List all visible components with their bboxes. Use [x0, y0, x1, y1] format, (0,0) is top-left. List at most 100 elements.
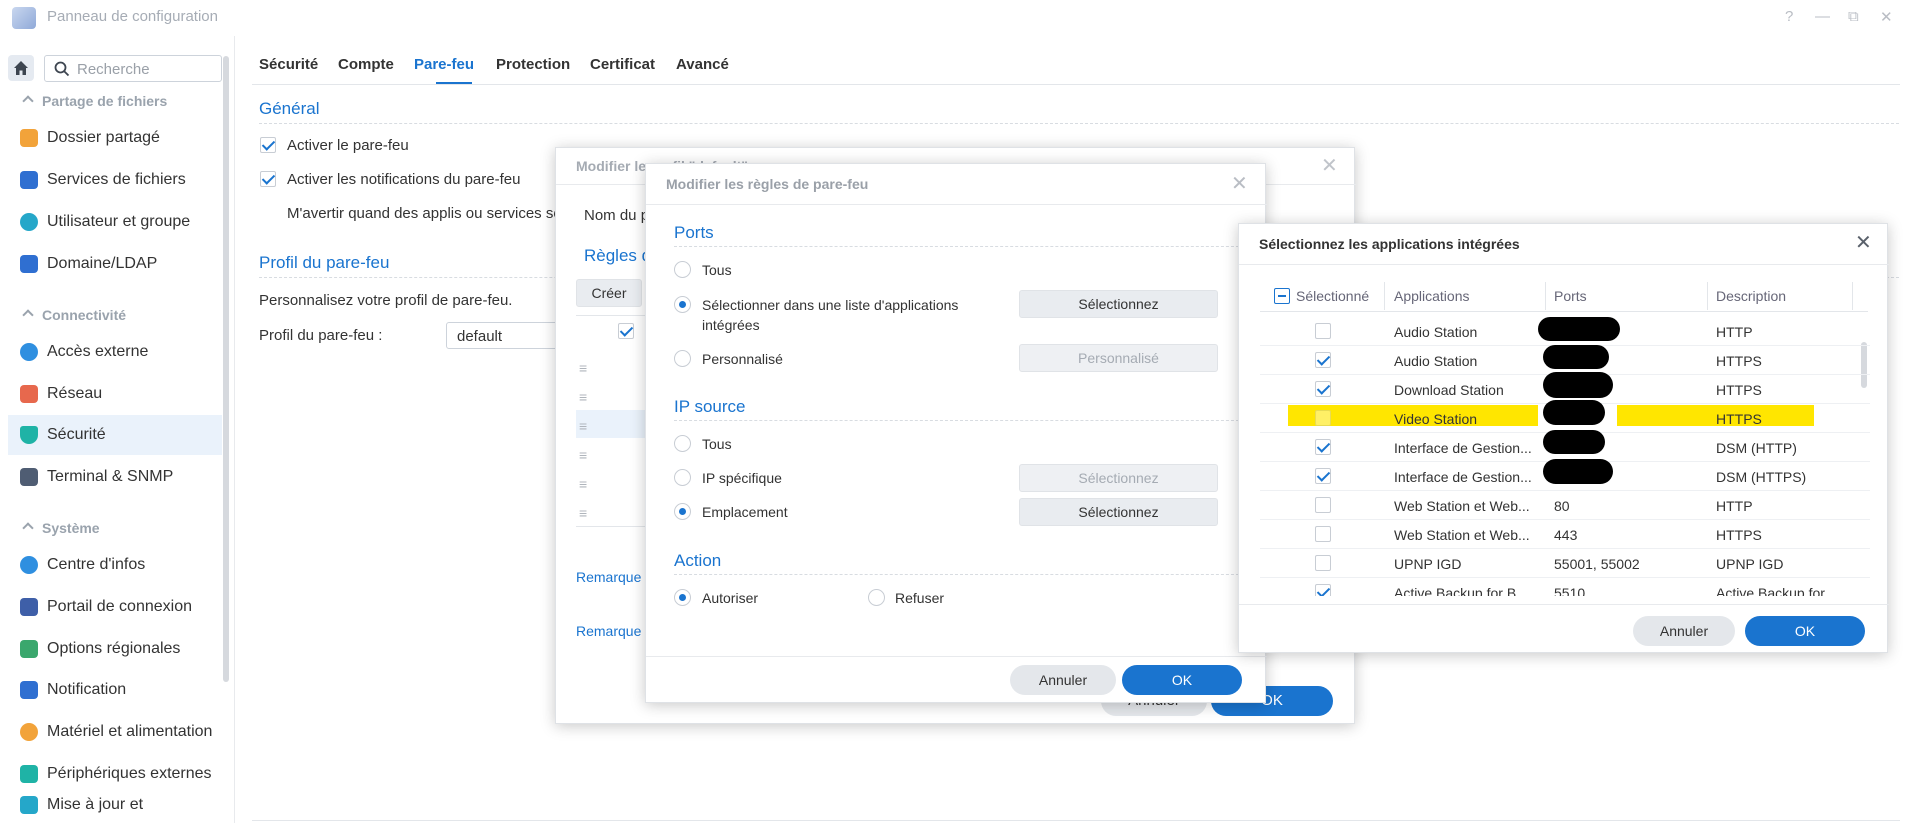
row-checkbox[interactable] — [1315, 323, 1331, 339]
create-rule-button[interactable]: Créer — [576, 279, 642, 307]
row-checkbox[interactable] — [1315, 497, 1331, 513]
section-file-sharing[interactable]: Partage de fichiers — [22, 93, 167, 109]
sidebar-item-domain-ldap[interactable]: Domaine/LDAP — [8, 244, 222, 284]
section-system[interactable]: Système — [22, 520, 100, 536]
minimize-icon[interactable]: — — [1815, 8, 1830, 25]
sidebar-item-file-services[interactable]: Services de fichiers — [8, 160, 222, 200]
sidebar-scrollbar[interactable] — [223, 56, 229, 682]
rules-select-all-checkbox[interactable] — [618, 323, 634, 339]
tab-account[interactable]: Compte — [338, 56, 394, 73]
remark-2: Remarque — [576, 623, 642, 639]
sidebar-item-label: Options régionales — [47, 640, 181, 657]
sidebar-item-login-portal[interactable]: Portail de connexion — [8, 587, 222, 627]
ip-source-heading: IP source — [674, 397, 746, 416]
row-checkbox[interactable] — [1315, 381, 1331, 397]
row-app: Video Station — [1394, 411, 1478, 427]
ports-list-radio[interactable] — [674, 296, 691, 313]
tab-advanced[interactable]: Avancé — [676, 56, 729, 73]
sidebar-item-hardware-power[interactable]: Matériel et alimentation — [8, 712, 222, 752]
ip-location-select-button[interactable]: Sélectionnez — [1019, 498, 1218, 526]
ip-all-radio[interactable] — [674, 435, 691, 452]
sidebar-item-terminal-snmp[interactable]: Terminal & SNMP — [8, 457, 222, 497]
table-row[interactable]: UPNP IGD 55001, 55002 UPNP IGD — [1260, 549, 1870, 578]
row-checkbox[interactable] — [1315, 410, 1331, 426]
section-connectivity[interactable]: Connectivité — [22, 307, 126, 323]
redaction-mark — [1538, 317, 1620, 341]
ports-divider — [674, 246, 1249, 247]
select-apps-close-icon[interactable]: ✕ — [1855, 233, 1872, 253]
close-icon[interactable]: ✕ — [1880, 8, 1893, 26]
tab-protection[interactable]: Protection — [496, 56, 570, 73]
sidebar-item-update-restore[interactable]: Mise à jour et — [8, 796, 222, 820]
apps-select-all-checkbox[interactable] — [1274, 288, 1290, 304]
ip-location-label: Emplacement — [702, 504, 788, 520]
row-ports: 80 — [1554, 498, 1570, 514]
row-desc: Active Backup for... — [1716, 585, 1836, 596]
edit-rules-cancel-button[interactable]: Annuler — [1010, 665, 1116, 695]
row-checkbox[interactable] — [1315, 352, 1331, 368]
allow-radio[interactable] — [674, 589, 691, 606]
tabs-divider — [252, 84, 1900, 85]
ip-specific-radio[interactable] — [674, 469, 691, 486]
action-divider — [674, 574, 1249, 575]
sidebar-item-notification[interactable]: Notification — [8, 670, 222, 710]
select-apps-ok-button[interactable]: OK — [1745, 616, 1865, 646]
edit-rules-title: Modifier les règles de pare-feu — [666, 176, 869, 192]
control-panel-app-icon — [12, 7, 36, 29]
row-ports: 443 — [1554, 527, 1578, 543]
sidebar-item-external-devices[interactable]: Périphériques externes — [8, 754, 222, 794]
search-icon — [54, 61, 70, 77]
sidebar-item-regional-options[interactable]: Options régionales — [8, 629, 222, 669]
col-selected[interactable]: Sélectionné — [1296, 288, 1369, 304]
ip-specific-select-button[interactable]: Sélectionnez — [1019, 464, 1218, 492]
tab-security[interactable]: Sécurité — [259, 56, 318, 73]
enable-notifications-checkbox[interactable] — [260, 171, 276, 187]
redaction-mark — [1543, 459, 1613, 484]
sidebar-item-security[interactable]: Sécurité — [8, 415, 222, 455]
row-app: Audio Station — [1394, 324, 1478, 340]
ports-custom-button[interactable]: Personnalisé — [1019, 344, 1218, 372]
drag-handle-icon[interactable]: ≡ ≡ ≡ ≡ ≡ ≡ — [579, 354, 587, 528]
sidebar-item-external-access[interactable]: Accès externe — [8, 332, 222, 372]
edit-rules-ok-button[interactable]: OK — [1122, 665, 1242, 695]
table-row[interactable]: Active Backup for B... 5510 Active Backu… — [1260, 578, 1870, 596]
ip-source-divider — [674, 420, 1249, 421]
ports-all-radio[interactable] — [674, 261, 691, 278]
edit-rules-close-icon[interactable]: ✕ — [1231, 174, 1248, 194]
rules-bottom-line — [576, 526, 656, 527]
ip-location-radio[interactable] — [674, 503, 691, 520]
profile-select[interactable]: default — [446, 322, 566, 349]
search-input[interactable]: Recherche — [44, 55, 222, 82]
row-checkbox[interactable] — [1315, 468, 1331, 484]
edit-profile-close-icon[interactable]: ✕ — [1321, 156, 1338, 176]
restore-icon[interactable]: ⧉ — [1848, 8, 1859, 25]
sidebar-item-network[interactable]: Réseau — [8, 374, 222, 414]
help-icon[interactable]: ? — [1785, 8, 1793, 25]
bottom-divider — [252, 820, 1900, 821]
row-app: Interface de Gestion... — [1394, 469, 1532, 485]
ports-custom-radio[interactable] — [674, 350, 691, 367]
deny-radio[interactable] — [868, 589, 885, 606]
row-checkbox[interactable] — [1315, 584, 1331, 596]
table-row[interactable]: Web Station et Web... 443 HTTPS — [1260, 520, 1870, 549]
rules-row-selected[interactable] — [576, 410, 656, 438]
enable-firewall-checkbox[interactable] — [260, 137, 276, 153]
row-checkbox[interactable] — [1315, 555, 1331, 571]
col-description[interactable]: Description — [1716, 288, 1786, 304]
row-checkbox[interactable] — [1315, 439, 1331, 455]
deny-label: Refuser — [895, 590, 945, 606]
home-button[interactable] — [8, 55, 34, 81]
sidebar-item-info-center[interactable]: Centre d'infos — [8, 545, 222, 585]
sidebar-item-user-group[interactable]: Utilisateur et groupe — [8, 202, 222, 242]
sidebar-item-shared-folder[interactable]: Dossier partagé — [8, 118, 222, 158]
tab-certificate[interactable]: Certificat — [590, 56, 655, 73]
select-apps-cancel-button[interactable]: Annuler — [1633, 616, 1735, 646]
col-applications[interactable]: Applications — [1394, 288, 1470, 304]
col-ports[interactable]: Ports — [1554, 288, 1587, 304]
ports-select-button[interactable]: Sélectionnez — [1019, 290, 1218, 318]
table-row[interactable]: Web Station et Web... 80 HTTP — [1260, 491, 1870, 520]
tab-firewall[interactable]: Pare-feu — [414, 56, 474, 73]
row-checkbox[interactable] — [1315, 526, 1331, 542]
row-desc: HTTP — [1716, 324, 1753, 340]
row-app: Interface de Gestion... — [1394, 440, 1532, 456]
